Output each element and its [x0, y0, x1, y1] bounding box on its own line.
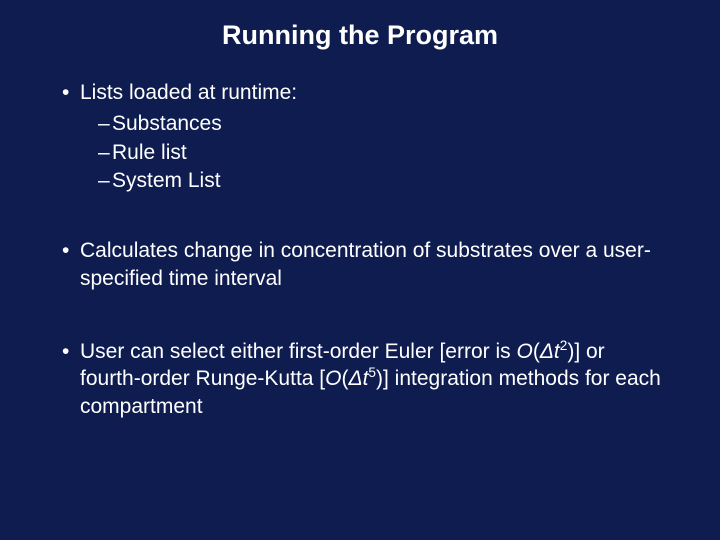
- paren: (: [533, 340, 540, 363]
- subbullet-rule-list: Rule list: [50, 139, 670, 167]
- subbullet-text: System List: [112, 169, 221, 192]
- delta-t: Δt: [348, 367, 368, 390]
- spacer: [50, 296, 670, 338]
- exponent: 5: [368, 365, 376, 380]
- slide: Running the Program Lists loaded at runt…: [0, 0, 720, 540]
- subbullet-system-list: System List: [50, 167, 670, 195]
- subbullet-text: Substances: [112, 112, 222, 135]
- bullet-text-part: User can select either first-order Euler…: [80, 340, 516, 363]
- big-o-notation: O: [325, 367, 341, 390]
- delta-t: Δt: [540, 340, 560, 363]
- subbullet-substances: Substances: [50, 110, 670, 138]
- bullet-text: Lists loaded at runtime:: [80, 81, 297, 104]
- spacer: [50, 195, 670, 237]
- bullet-calculates: Calculates change in concentration of su…: [50, 237, 670, 292]
- big-o-notation: O: [516, 340, 532, 363]
- slide-content: Lists loaded at runtime: Substances Rule…: [0, 79, 720, 420]
- subbullet-text: Rule list: [112, 141, 187, 164]
- slide-title: Running the Program: [0, 20, 720, 51]
- bullet-text: Calculates change in concentration of su…: [80, 239, 651, 289]
- bullet-integration-methods: User can select either first-order Euler…: [50, 338, 670, 420]
- bullet-lists-loaded: Lists loaded at runtime:: [50, 79, 670, 106]
